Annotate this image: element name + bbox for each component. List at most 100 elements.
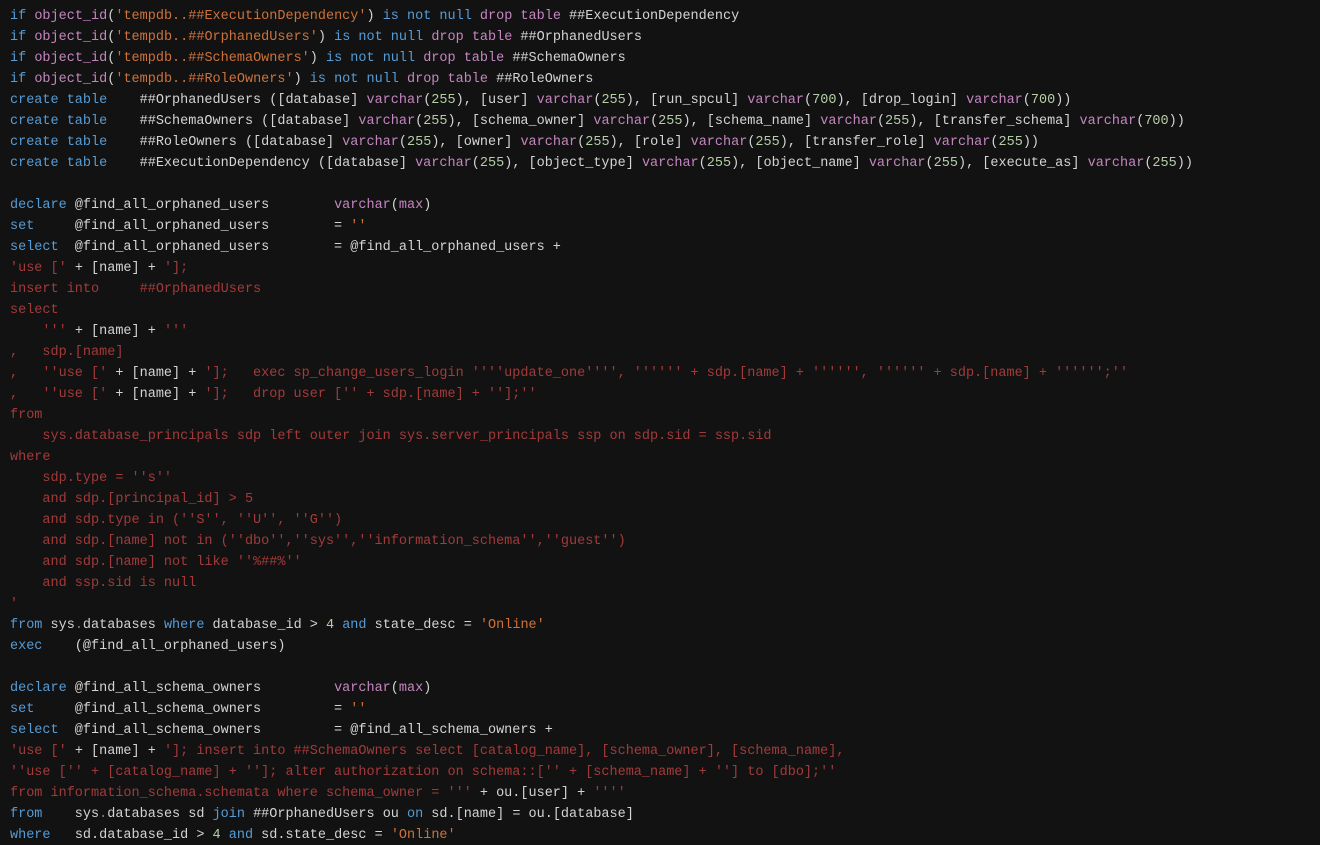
code-token: 'Online': [391, 828, 456, 843]
code-line[interactable]: from information_schema.schemata where s…: [10, 786, 626, 801]
code-line[interactable]: if object_id('tempdb..##RoleOwners') is …: [10, 72, 593, 87]
code-token: ), [transfer_schema]: [909, 114, 1079, 129]
code-token: 255: [1152, 156, 1176, 171]
code-token: 255: [431, 93, 455, 108]
code-token: set: [10, 702, 34, 717]
code-line[interactable]: insert into ##OrphanedUsers: [10, 282, 261, 297]
code-token: ': [10, 597, 18, 612]
code-line[interactable]: create table ##RoleOwners ([database] va…: [10, 135, 1039, 150]
code-token: if: [10, 51, 34, 66]
code-token: 255: [658, 114, 682, 129]
code-line[interactable]: and sdp.type in (''S'', ''U'', ''G''): [10, 513, 342, 528]
code-token: ), [execute_as]: [958, 156, 1088, 171]
code-token: '];: [164, 261, 188, 276]
code-token: varchar: [934, 135, 991, 150]
code-line[interactable]: ': [10, 597, 18, 612]
code-token: varchar: [342, 135, 399, 150]
code-token: varchar: [366, 93, 423, 108]
code-line[interactable]: and sdp.[principal_id] > 5: [10, 492, 253, 507]
code-line[interactable]: exec (@find_all_orphaned_users): [10, 639, 285, 654]
code-line[interactable]: ''' + [name] + ''': [10, 324, 188, 339]
code-line[interactable]: where: [10, 450, 51, 465]
code-token: sys: [42, 618, 74, 633]
code-line[interactable]: and sdp.[name] not in (''dbo'',''sys'','…: [10, 534, 626, 549]
code-line[interactable]: select @find_all_orphaned_users = @find_…: [10, 240, 561, 255]
code-line[interactable]: select @find_all_schema_owners = @find_a…: [10, 723, 553, 738]
code-line[interactable]: create table ##OrphanedUsers ([database]…: [10, 93, 1071, 108]
code-token: where: [10, 828, 51, 843]
code-token: 255: [423, 114, 447, 129]
code-line[interactable]: declare @find_all_orphaned_users varchar…: [10, 198, 431, 213]
code-token: @find_all_orphaned_users = @find_all_orp…: [59, 240, 561, 255]
code-line[interactable]: if object_id('tempdb..##SchemaOwners') i…: [10, 51, 626, 66]
code-token: 255: [707, 156, 731, 171]
code-token: 700: [1031, 93, 1055, 108]
code-line[interactable]: where sd.database_id > 4 and sd.state_de…: [10, 828, 456, 843]
code-line[interactable]: create table ##SchemaOwners ([database] …: [10, 114, 1185, 129]
code-token: ##OrphanedUsers: [512, 30, 642, 45]
code-token: insert into ##OrphanedUsers: [10, 282, 261, 297]
code-token: (: [391, 681, 399, 696]
code-token: 4: [326, 618, 334, 633]
code-line[interactable]: , sdp.[name]: [10, 345, 123, 360]
code-token: + [name] +: [67, 261, 164, 276]
code-line[interactable]: if object_id('tempdb..##OrphanedUsers') …: [10, 30, 642, 45]
code-token: ), [owner]: [431, 135, 520, 150]
code-token: and sdp.type in (''S'', ''U'', ''G''): [10, 513, 342, 528]
code-token: )): [1055, 93, 1071, 108]
code-line[interactable]: set @find_all_schema_owners = '': [10, 702, 366, 717]
code-line[interactable]: sdp.type = ''s'': [10, 471, 172, 486]
code-token: + [name] +: [107, 387, 204, 402]
code-token: ): [423, 681, 431, 696]
code-line[interactable]: create table ##ExecutionDependency ([dat…: [10, 156, 1193, 171]
code-token: databases sd: [107, 807, 212, 822]
code-token: + [name] +: [67, 744, 164, 759]
code-token: @find_all_schema_owners =: [34, 702, 350, 717]
code-token: 255: [407, 135, 431, 150]
code-line[interactable]: [10, 177, 18, 192]
sql-code-editor[interactable]: if object_id('tempdb..##ExecutionDepende…: [0, 0, 1320, 845]
code-token: and sdp.[principal_id] > 5: [10, 492, 253, 507]
code-token: + ou.[user] +: [472, 786, 594, 801]
code-token: sd.state_desc =: [253, 828, 391, 843]
code-token: ), [user]: [456, 93, 537, 108]
code-token: 'use [': [10, 261, 67, 276]
code-token: drop table: [423, 51, 504, 66]
code-token: 255: [934, 156, 958, 171]
code-token: 255: [585, 135, 609, 150]
code-line[interactable]: and sdp.[name] not like ''%##%'': [10, 555, 302, 570]
code-line[interactable]: , ''use [' + [name] + ']; exec sp_change…: [10, 366, 1128, 381]
code-token: ']; insert into ##SchemaOwners select [c…: [164, 744, 845, 759]
code-line[interactable]: and ssp.sid is null: [10, 576, 196, 591]
code-token: drop table: [480, 9, 561, 24]
code-token: from information_schema.schemata where s…: [10, 786, 472, 801]
code-line[interactable]: from sys.databases where database_id > 4…: [10, 618, 545, 633]
code-token: (: [415, 114, 423, 129]
code-line[interactable]: , ''use [' + [name] + ']; drop user ['' …: [10, 387, 537, 402]
code-token: 700: [1144, 114, 1168, 129]
code-token: (: [399, 135, 407, 150]
code-token: state_desc =: [367, 618, 480, 633]
code-token: drop table: [431, 30, 512, 45]
code-token: 'use [': [10, 744, 67, 759]
code-line[interactable]: declare @find_all_schema_owners varchar(…: [10, 681, 431, 696]
code-token: ): [423, 198, 431, 213]
code-line[interactable]: select: [10, 303, 59, 318]
code-token: ): [367, 9, 383, 24]
code-token: (: [699, 156, 707, 171]
code-line[interactable]: ''use ['' + [catalog_name] + '']; alter …: [10, 765, 836, 780]
code-token: @find_all_schema_owners = @find_all_sche…: [59, 723, 553, 738]
code-token: sd.database_id >: [51, 828, 213, 843]
code-token: 'tempdb..##SchemaOwners': [115, 51, 309, 66]
code-line[interactable]: 'use [' + [name] + '];: [10, 261, 188, 276]
code-line[interactable]: set @find_all_orphaned_users = '': [10, 219, 366, 234]
code-line[interactable]: 'use [' + [name] + ']; insert into ##Sch…: [10, 744, 844, 759]
code-token: ''': [10, 324, 67, 339]
code-line[interactable]: sys.database_principals sdp left outer j…: [10, 429, 772, 444]
code-line[interactable]: from: [10, 408, 42, 423]
code-line[interactable]: if object_id('tempdb..##ExecutionDepende…: [10, 9, 739, 24]
code-token: )): [1169, 114, 1185, 129]
code-token: sys: [42, 807, 99, 822]
code-line[interactable]: [10, 660, 18, 675]
code-line[interactable]: from sys.databases sd join ##OrphanedUse…: [10, 807, 634, 822]
